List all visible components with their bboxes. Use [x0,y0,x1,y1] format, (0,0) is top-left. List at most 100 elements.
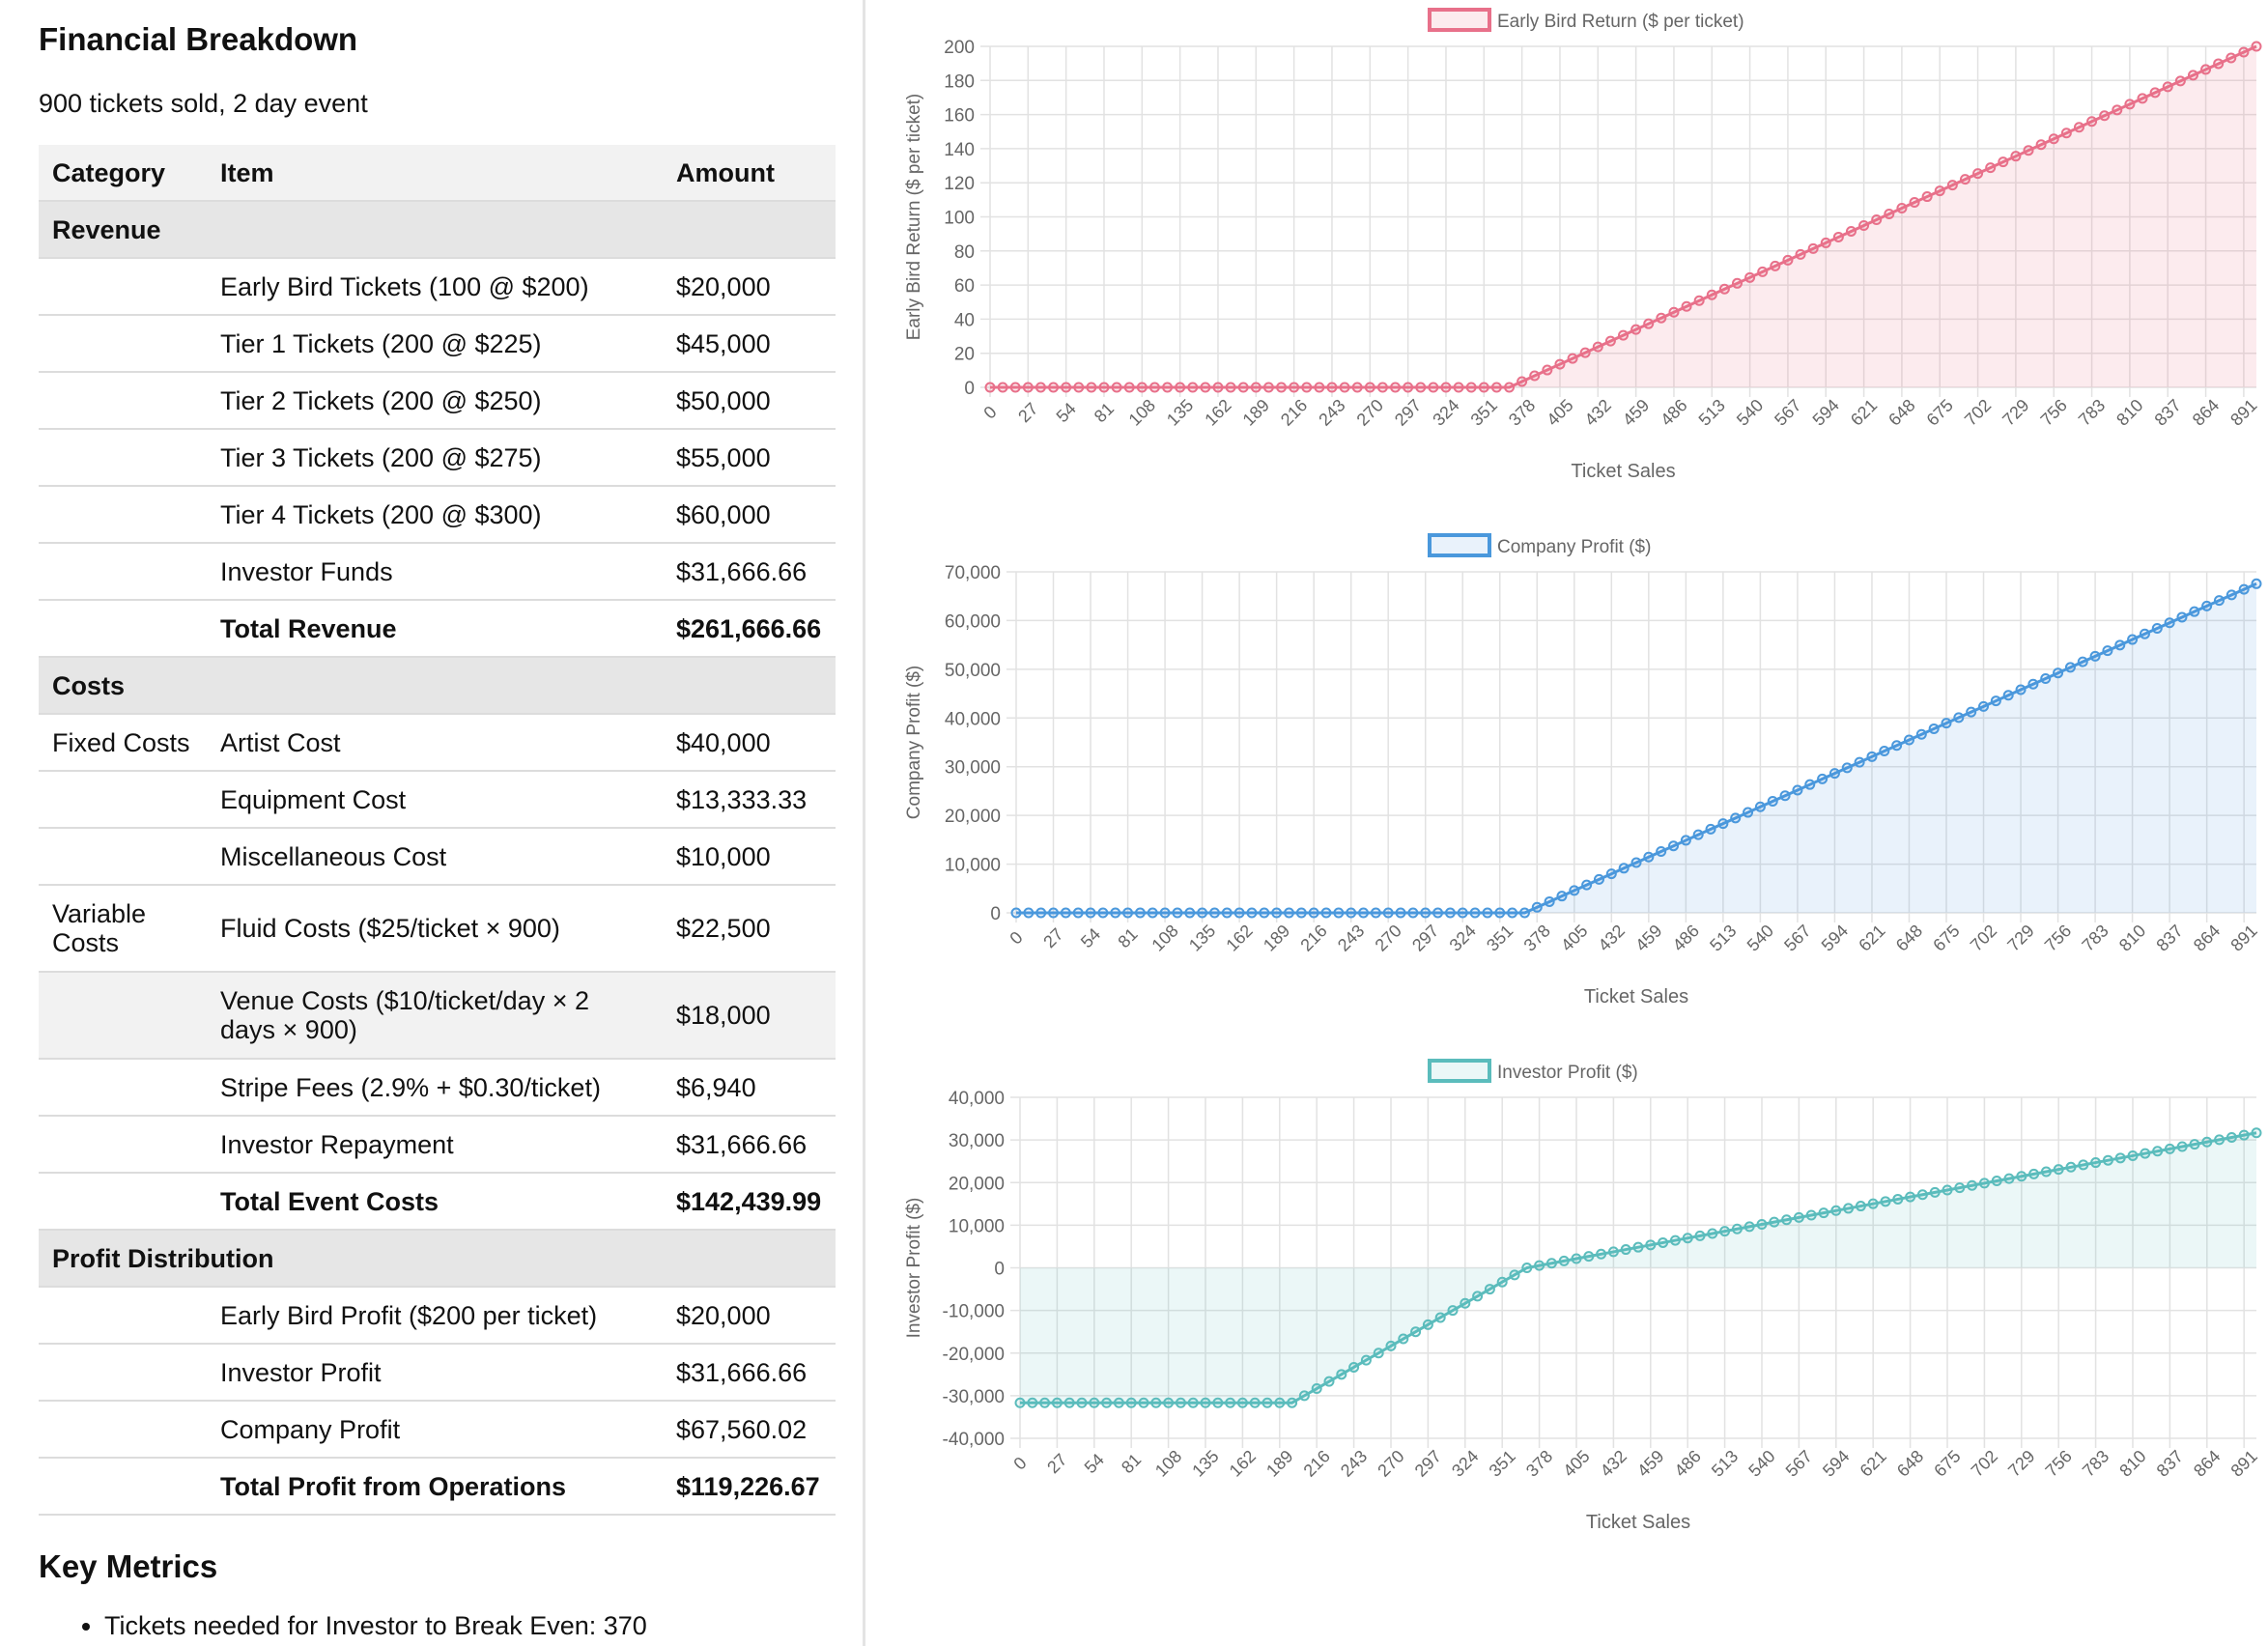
data-point [1147,907,1158,919]
data-point [2225,589,2237,601]
x-tick-label: 864 [2190,1446,2224,1480]
data-point [1262,1397,1273,1408]
y-tick-label: 20,000 [945,807,1001,827]
data-point [1163,1397,1175,1408]
data-point [1792,784,1803,796]
category-cell [39,1458,207,1516]
data-point [1954,1182,1966,1194]
data-point [1504,382,1516,393]
data-point [1744,271,1756,283]
data-point [1444,907,1456,919]
data-point [1545,1258,1557,1269]
data-point [1707,1228,1718,1239]
x-tick-label: 324 [1448,1446,1482,1480]
data-point [1111,382,1122,393]
data-point [1472,1291,1484,1302]
data-point [2127,1149,2139,1161]
data-point [2251,578,2262,589]
x-tick-label: 810 [2115,1446,2149,1480]
data-point [2238,1129,2250,1141]
category-cell: Fixed Costs [39,714,207,772]
data-point [1909,197,1920,209]
data-point [1593,873,1604,885]
data-point [1903,734,1914,746]
data-point [2023,145,2034,156]
legend-label: Early Bird Return ($ per ticket) [1497,12,1744,32]
data-point [1854,756,1865,768]
x-tick-label: 567 [1782,1446,1816,1480]
data-point [1122,907,1134,919]
data-point [2151,623,2163,635]
data-point [1829,768,1840,780]
data-point [1832,231,1844,242]
data-point [1373,1348,1384,1359]
data-point [1496,1276,1508,1288]
data-point [1767,796,1778,808]
x-tick-label: 486 [1657,395,1690,429]
data-point [2162,81,2173,93]
amount-cell: $6,940 [663,1059,836,1117]
data-point [1517,376,1528,387]
y-tick-label: -10,000 [943,1302,1005,1322]
x-tick-label: 54 [1077,924,1104,951]
data-point [1494,907,1506,919]
table-body: Revenue Early Bird Tickets (100 @ $200) $2… [39,201,836,1516]
data-point [1985,162,1997,174]
data-point [1521,1263,1533,1273]
data-point [1845,225,1857,237]
y-tick-label: 160 [944,106,975,127]
data-point [1805,1209,1817,1221]
data-point [1453,382,1464,393]
data-point [1592,341,1603,353]
category-cell [39,429,207,487]
x-tick-label: 513 [1706,921,1740,954]
x-tick-label: 54 [1053,399,1080,426]
x-tick-label: 189 [1260,921,1293,954]
y-tick-label: 100 [944,209,975,229]
amount-cell: $22,500 [663,885,836,973]
data-point [1991,1176,2002,1187]
amount-cell: $10,000 [663,828,836,886]
data-point [1148,382,1160,393]
data-point [1225,1397,1236,1408]
amount-cell: $67,560.02 [663,1401,836,1459]
data-point [1934,185,1945,197]
data-point [1656,312,1667,324]
x-tick-label: 702 [1961,395,1995,429]
category-cell [39,1059,207,1117]
x-tick-label: 54 [1081,1450,1108,1477]
data-point [1544,895,1555,907]
data-point [1892,1193,1904,1205]
data-point [2176,611,2188,623]
table-header-row: Category Item Amount [39,145,836,202]
data-point [1274,1397,1286,1408]
data-point [1795,248,1806,260]
data-point [1348,1361,1360,1373]
data-point [1295,907,1307,919]
data-point [2102,1154,2113,1166]
x-tick-label: 540 [1744,1446,1778,1480]
data-point [1447,1305,1459,1317]
data-point [1101,1397,1113,1408]
x-tick-label: 810 [2112,395,2146,429]
data-point [2073,122,2084,133]
item-cell: Equipment Cost [207,771,663,829]
data-point [1035,382,1046,393]
data-point [1134,907,1146,919]
data-point [1233,907,1245,919]
data-point [1656,845,1667,857]
data-point [1440,382,1452,393]
item-cell: Investor Profit [207,1344,663,1402]
financial-breakdown-panel: Financial Breakdown 900 tickets sold, 2 … [0,0,865,1646]
data-point [1916,1189,1928,1201]
data-point [1743,807,1754,818]
table-row: Company Profit $67,560.02 [39,1401,836,1459]
data-point [1705,823,1716,835]
category-cell [39,315,207,373]
x-tick-label: 27 [1014,399,1041,426]
data-point [1804,779,1816,790]
x-tick-label: 567 [1780,921,1814,954]
data-point [2140,1148,2151,1159]
data-point [1407,907,1419,919]
data-point [2213,595,2225,607]
